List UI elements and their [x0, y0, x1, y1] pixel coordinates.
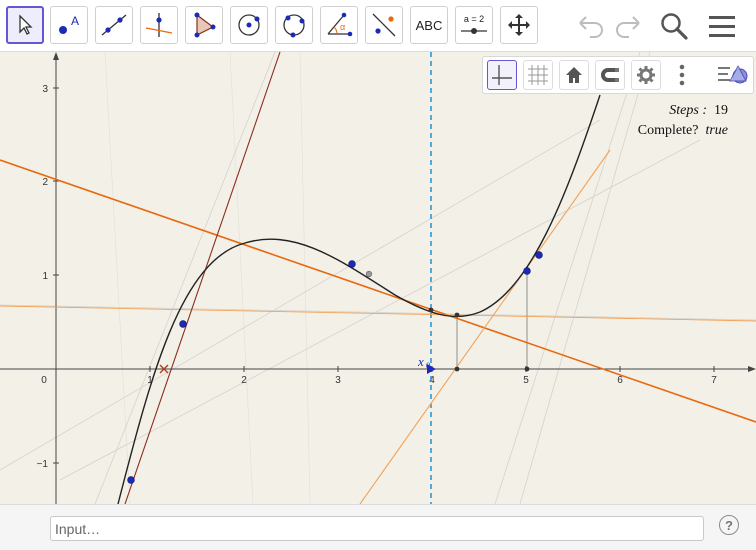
line-icon	[101, 14, 127, 36]
input-bar	[0, 504, 756, 550]
more-vertical-icon	[679, 64, 685, 86]
y-tick-label: 3	[42, 84, 48, 95]
iteration-point	[428, 307, 434, 313]
function-curve	[117, 94, 601, 504]
line-tool-button[interactable]	[95, 6, 133, 44]
text-tool-button[interactable]: ABC	[410, 6, 448, 44]
undo-icon	[579, 16, 603, 38]
style-bar	[482, 56, 754, 94]
iteration-point	[454, 312, 460, 318]
perpendicular-line-icon	[145, 13, 173, 37]
text-tool-label: ABC	[415, 17, 443, 33]
tangent-line	[359, 149, 611, 504]
perpendicular-line-tool-button[interactable]	[140, 6, 178, 44]
complete-value: true	[705, 123, 728, 138]
tangent-line	[124, 52, 281, 504]
standard-view-button[interactable]	[559, 60, 589, 90]
x0-label-subscript: 0	[426, 361, 431, 371]
x0-label: x	[417, 354, 424, 369]
angle-tool-label: α	[340, 22, 345, 32]
help-question-icon: ?	[725, 517, 733, 533]
polygon-icon	[194, 12, 216, 38]
toolbar: A α ABC a = 2	[0, 0, 756, 52]
point-icon: A	[59, 14, 79, 34]
iteration-point	[524, 366, 530, 372]
cursor-arrow-icon	[19, 14, 33, 35]
curve-point[interactable]	[523, 267, 531, 275]
grid-icon	[528, 65, 548, 85]
show-axes-button[interactable]	[487, 60, 517, 90]
graph-svg: 0 1 2 3 4 5 6 7 3 2 1 −1 x 0	[0, 52, 756, 504]
y-tick-label: 2	[42, 177, 48, 188]
reflect-tool-button[interactable]	[365, 6, 403, 44]
redo-button[interactable]	[610, 8, 646, 44]
x-tick-label: 6	[617, 375, 623, 386]
help-button[interactable]: ?	[719, 515, 739, 535]
toggle-style-bar-button[interactable]	[715, 60, 751, 90]
circle-center-tool-button[interactable]	[230, 6, 268, 44]
style-bar-toggle-icon	[718, 64, 748, 84]
x-tick-label: 2	[241, 375, 247, 386]
algebra-input[interactable]	[50, 516, 704, 541]
axes-icon	[492, 65, 512, 85]
complete-label: Complete?	[637, 123, 699, 138]
x-tick-label: 3	[335, 375, 341, 386]
main-menu-button[interactable]	[704, 8, 740, 44]
curve-point[interactable]	[535, 251, 543, 259]
reflect-icon	[372, 13, 396, 37]
point-capturing-button[interactable]	[595, 60, 625, 90]
home-icon	[566, 67, 582, 83]
move-arrows-icon	[508, 14, 530, 36]
gear-icon	[637, 66, 655, 84]
curve-point[interactable]	[179, 320, 187, 328]
redo-icon	[616, 16, 640, 38]
x-tick-label: 0	[41, 375, 47, 386]
more-options-button[interactable]	[667, 60, 697, 90]
polygon-tool-button[interactable]	[185, 6, 223, 44]
search-button[interactable]	[656, 8, 692, 44]
x-tick-label: 7	[711, 375, 717, 386]
search-icon	[661, 13, 688, 40]
steps-label: Steps :	[669, 103, 707, 118]
circle-three-points-tool-button[interactable]	[275, 6, 313, 44]
x-tick-label: 5	[523, 375, 529, 386]
x-tick-label: 4	[429, 375, 435, 386]
point-tool-button[interactable]: A	[50, 6, 88, 44]
undo-button[interactable]	[573, 8, 609, 44]
angle-icon: α	[327, 12, 353, 37]
slider-tool-button[interactable]: a = 2	[455, 6, 493, 44]
steps-value: 19	[714, 103, 728, 118]
graphics-view[interactable]: 0 1 2 3 4 5 6 7 3 2 1 −1 x 0	[0, 52, 756, 504]
move-tool-button[interactable]	[6, 6, 44, 44]
curve-point[interactable]	[348, 260, 356, 268]
angle-tool-button[interactable]: α	[320, 6, 358, 44]
steps-text: Steps : 19	[669, 103, 728, 119]
hamburger-menu-icon	[709, 16, 735, 37]
circle-three-points-icon	[283, 14, 305, 38]
y-tick-label: 1	[42, 271, 48, 282]
slider-tool-label: a = 2	[464, 14, 484, 24]
graphics-settings-button[interactable]	[631, 60, 661, 90]
show-grid-button[interactable]	[523, 60, 553, 90]
tangent-line	[0, 159, 756, 423]
slider-icon: a = 2	[461, 14, 487, 34]
curve-point[interactable]	[127, 476, 135, 484]
curve-point[interactable]	[365, 270, 373, 278]
move-graphics-view-tool-button[interactable]	[500, 6, 538, 44]
complete-text: Complete? true	[638, 123, 728, 139]
magnet-icon	[601, 68, 619, 82]
y-tick-label: −1	[37, 459, 49, 470]
tangent-line	[0, 305, 756, 322]
circle-center-icon	[238, 14, 260, 36]
point-tool-label: A	[71, 14, 79, 28]
iteration-point	[454, 366, 460, 372]
